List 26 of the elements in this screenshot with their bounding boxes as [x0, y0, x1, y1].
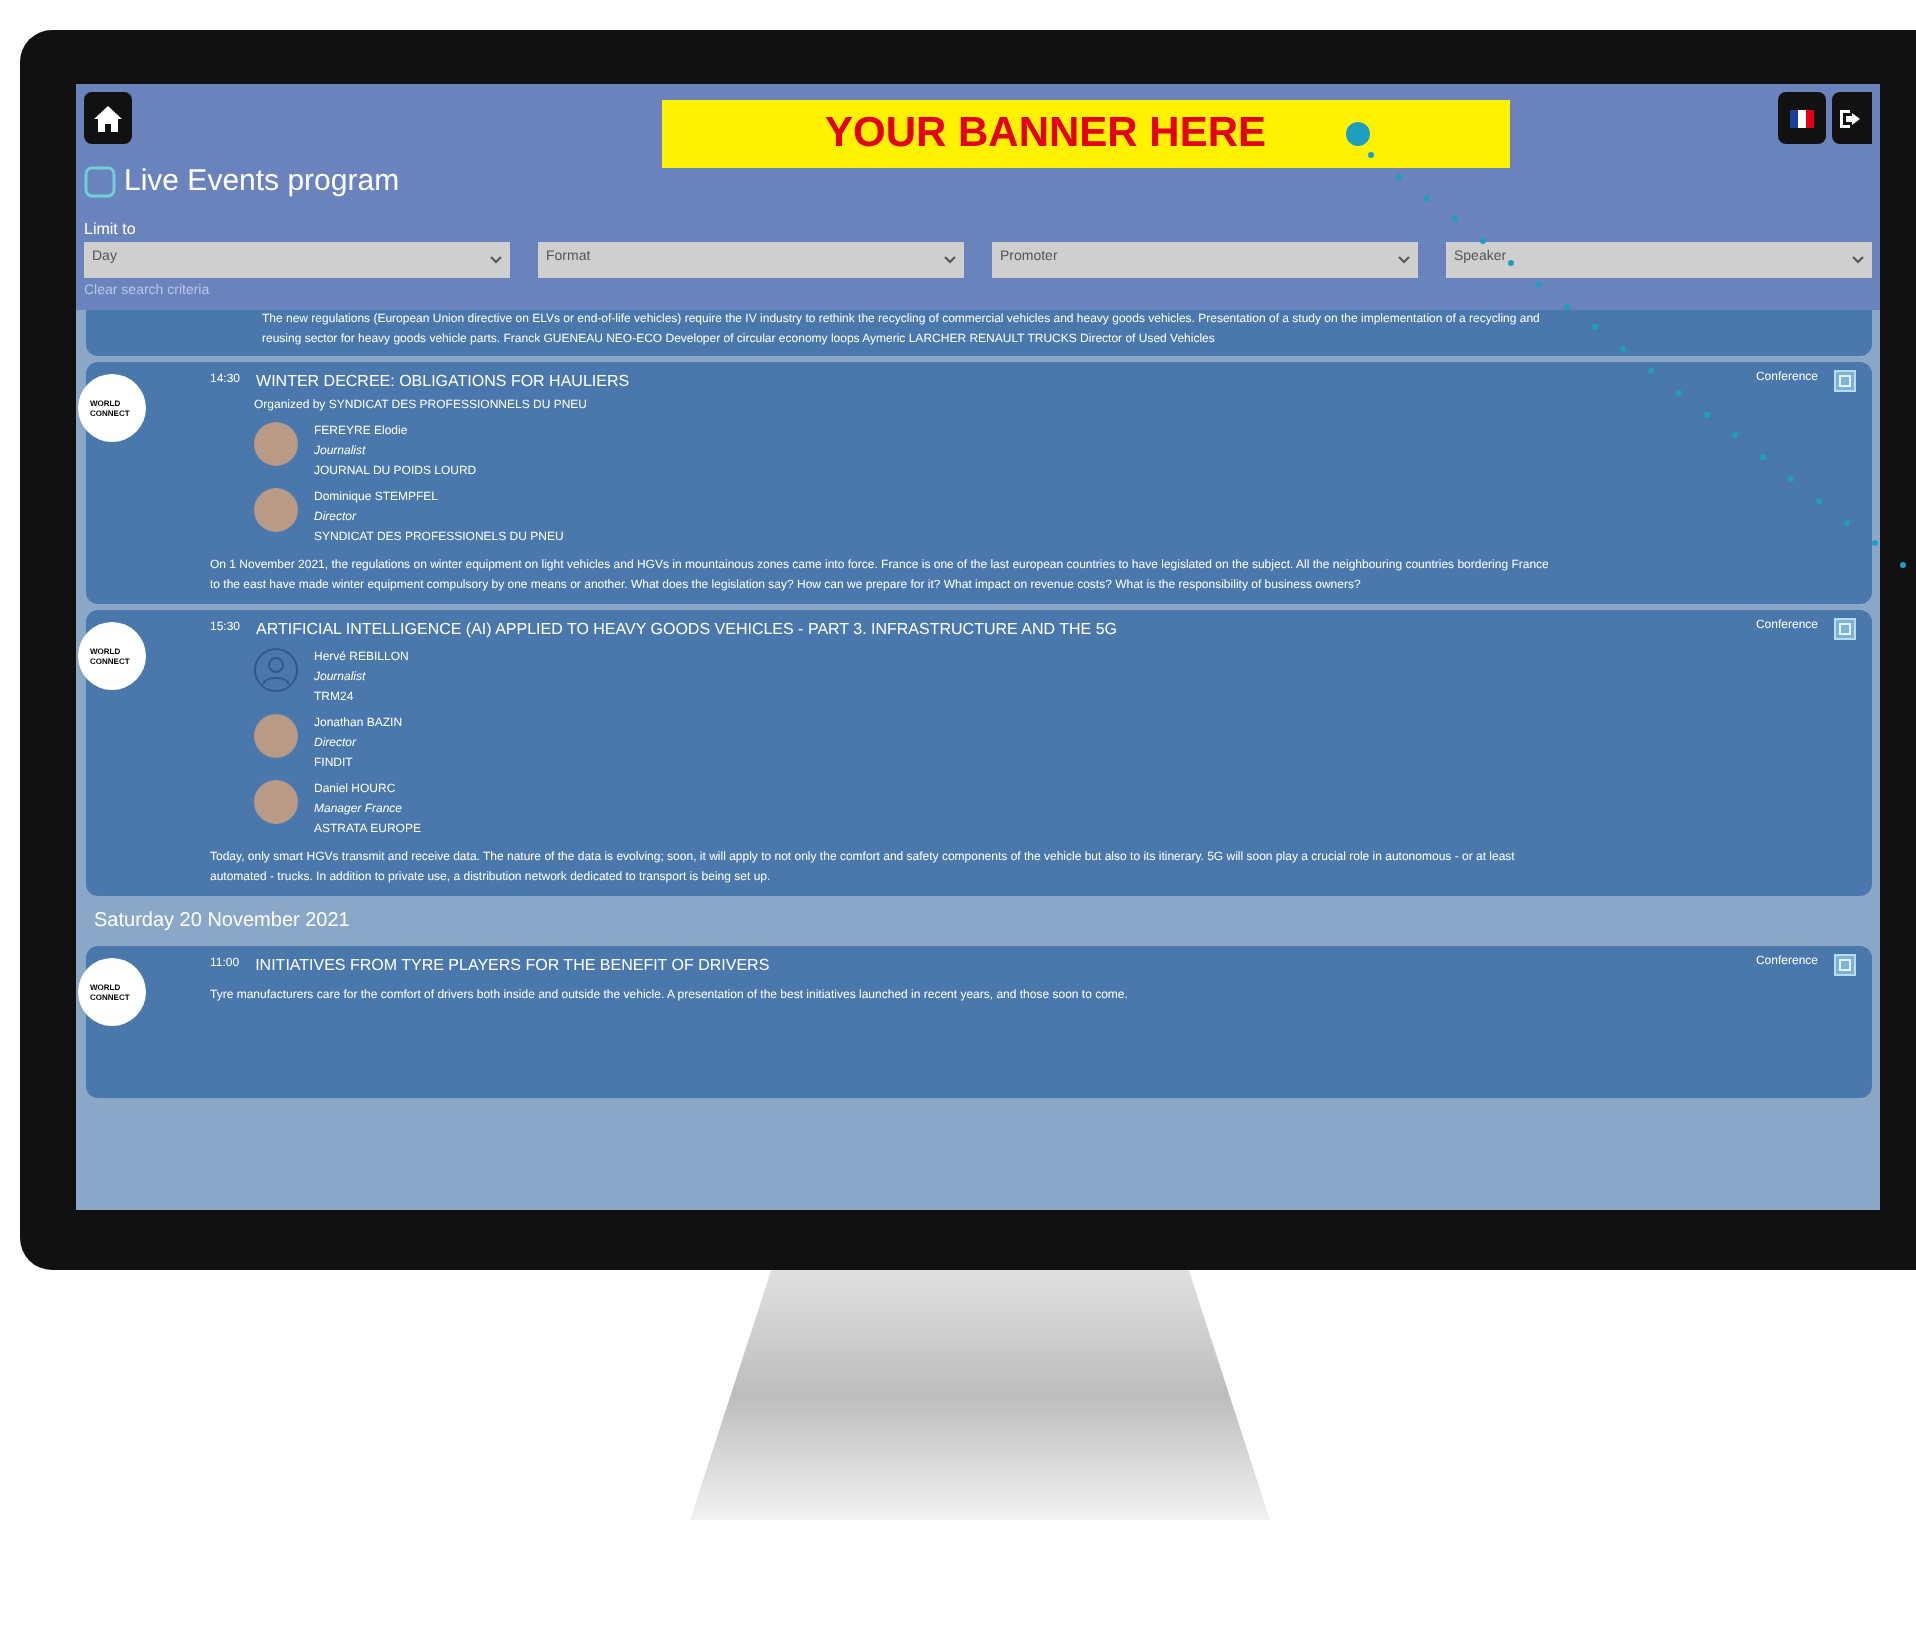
event-title: WINTER DECREE: OBLIGATIONS FOR HAULIERS: [256, 370, 630, 394]
flag-icon: [1790, 109, 1814, 127]
limit-label: Limit to: [84, 217, 136, 241]
photo-placeholder: [254, 714, 298, 758]
logout-button[interactable]: [1832, 92, 1872, 144]
page-title: Live Events program: [124, 162, 400, 202]
chevron-icon: [944, 255, 956, 263]
home-button[interactable]: [84, 92, 132, 144]
grid-icon: [1834, 618, 1856, 640]
grid-icon: [1834, 370, 1856, 392]
logout-icon: [1840, 107, 1864, 129]
date-heading: Saturday 20 November 2021: [92, 908, 352, 936]
grid-icon: [1834, 954, 1856, 976]
event-title: ARTIFICIAL INTELLIGENCE (AI) APPLIED TO HEAVY GOODS VEHICLES - PART 3. INFRASTRUCTURE AND THE 5G: [256, 618, 1117, 642]
banner-text: YOUR BANNER HERE: [825, 108, 1267, 161]
home-icon: [94, 105, 122, 131]
event-title: INITIATIVES FROM TYRE PLAYERS FOR THE BENEFIT OF DRIVERS: [255, 954, 770, 978]
language-button[interactable]: [1778, 92, 1826, 144]
chevron-icon: [490, 255, 502, 263]
photo-placeholder: [254, 780, 298, 824]
photo-placeholder: [254, 422, 298, 466]
photo-placeholder: [254, 488, 298, 532]
cast-icon: [84, 166, 116, 199]
chevron-icon: [1852, 255, 1864, 263]
chevron-icon: [1398, 255, 1410, 263]
avatar-silhouette-icon: [254, 648, 298, 692]
